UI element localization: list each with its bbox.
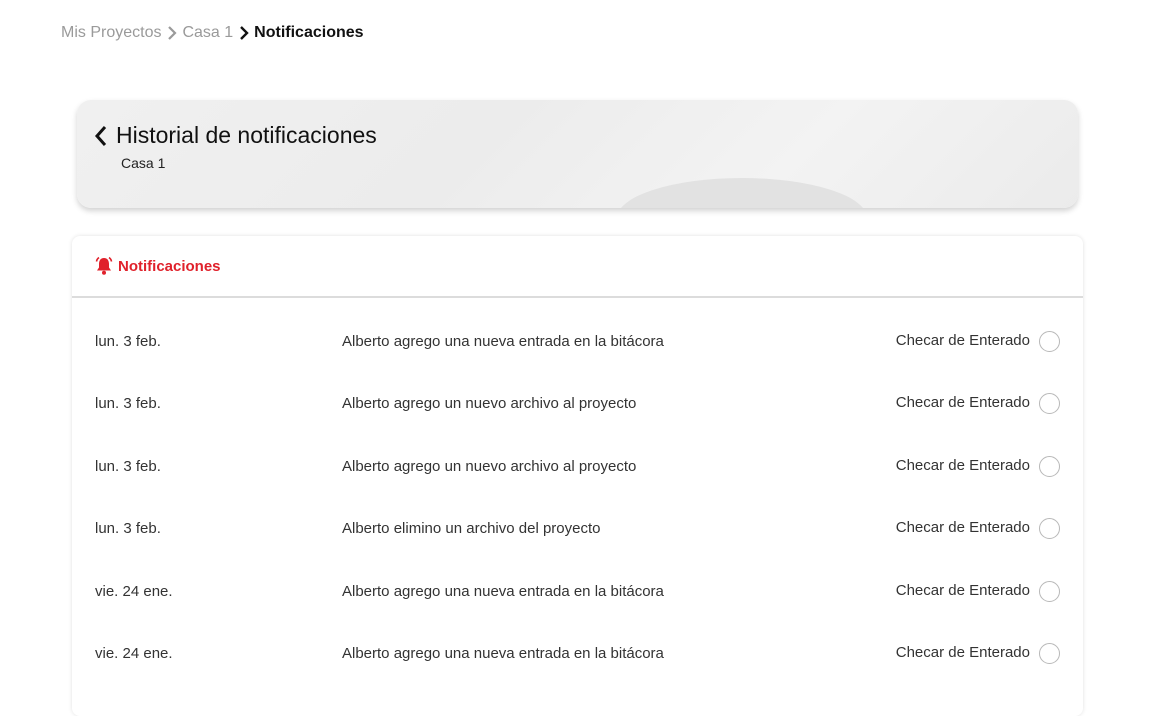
ack-label: Checar de Enterado (895, 456, 1030, 474)
notification-date: lun. 3 feb. (95, 395, 161, 413)
page-title: Historial de notificaciones (116, 122, 377, 148)
notification-date: lun. 3 feb. (95, 520, 161, 538)
notification-row: lun. 3 feb. Alberto elimino un archivo d… (72, 497, 1083, 559)
header-card: Historial de notificaciones Casa 1 (77, 100, 1078, 208)
notification-row: lun. 3 feb. Alberto agrego un nuevo arch… (72, 372, 1083, 434)
notification-row: lun. 3 feb. Alberto agrego una nueva ent… (72, 310, 1083, 372)
bell-icon (94, 256, 114, 276)
notifications-card-header: Notificaciones (72, 236, 1083, 298)
notification-row: vie. 24 ene. Alberto agrego una nueva en… (72, 622, 1083, 684)
chevron-left-icon[interactable] (93, 124, 109, 148)
notification-message: Alberto agrego una nueva entrada en la b… (342, 644, 664, 662)
chevron-right-icon (237, 26, 251, 40)
ack-checkbox[interactable] (1039, 518, 1060, 540)
page-subtitle: Casa 1 (121, 155, 166, 171)
ack-checkbox[interactable] (1039, 580, 1060, 602)
breadcrumb: Mis Proyectos Casa 1 Notificaciones (61, 22, 364, 44)
breadcrumb-item-casa-1[interactable]: Casa 1 (182, 24, 233, 42)
notifications-list: lun. 3 feb. Alberto agrego una nueva ent… (72, 310, 1083, 684)
chevron-right-icon (165, 26, 179, 40)
ack-checkbox[interactable] (1039, 455, 1060, 477)
ack-label: Checar de Enterado (895, 643, 1030, 661)
ack-label: Checar de Enterado (895, 581, 1030, 599)
breadcrumb-item-mis-proyectos[interactable]: Mis Proyectos (61, 24, 161, 42)
notification-message: Alberto agrego un nuevo archivo al proye… (342, 395, 637, 413)
ack-label: Checar de Enterado (895, 332, 1030, 349)
notification-date: lun. 3 feb. (95, 333, 161, 350)
breadcrumb-current: Notificaciones (254, 24, 364, 41)
notification-message: Alberto agrego una nueva entrada en la b… (342, 333, 664, 350)
header-title-row: Historial de notificaciones (93, 122, 377, 149)
notification-message: Alberto elimino un archivo del proyecto (342, 520, 601, 538)
notification-row: lun. 3 feb. Alberto agrego un nuevo arch… (72, 435, 1083, 497)
notification-message: Alberto agrego una nueva entrada en la b… (342, 582, 664, 600)
notifications-card: Notificaciones lun. 3 feb. Alberto agreg… (72, 236, 1083, 716)
ack-label: Checar de Enterado (895, 519, 1030, 537)
ack-checkbox[interactable] (1039, 331, 1060, 352)
notification-date: vie. 24 ene. (95, 644, 173, 662)
notifications-title: Notificaciones (118, 257, 221, 275)
decorative-wave (617, 178, 867, 208)
ack-checkbox[interactable] (1039, 393, 1060, 415)
notification-date: lun. 3 feb. (95, 457, 161, 475)
notification-date: vie. 24 ene. (95, 582, 173, 600)
notification-row: vie. 24 ene. Alberto agrego una nueva en… (72, 560, 1083, 622)
ack-checkbox[interactable] (1039, 642, 1060, 664)
notification-message: Alberto agrego un nuevo archivo al proye… (342, 457, 637, 475)
ack-label: Checar de Enterado (895, 394, 1030, 412)
